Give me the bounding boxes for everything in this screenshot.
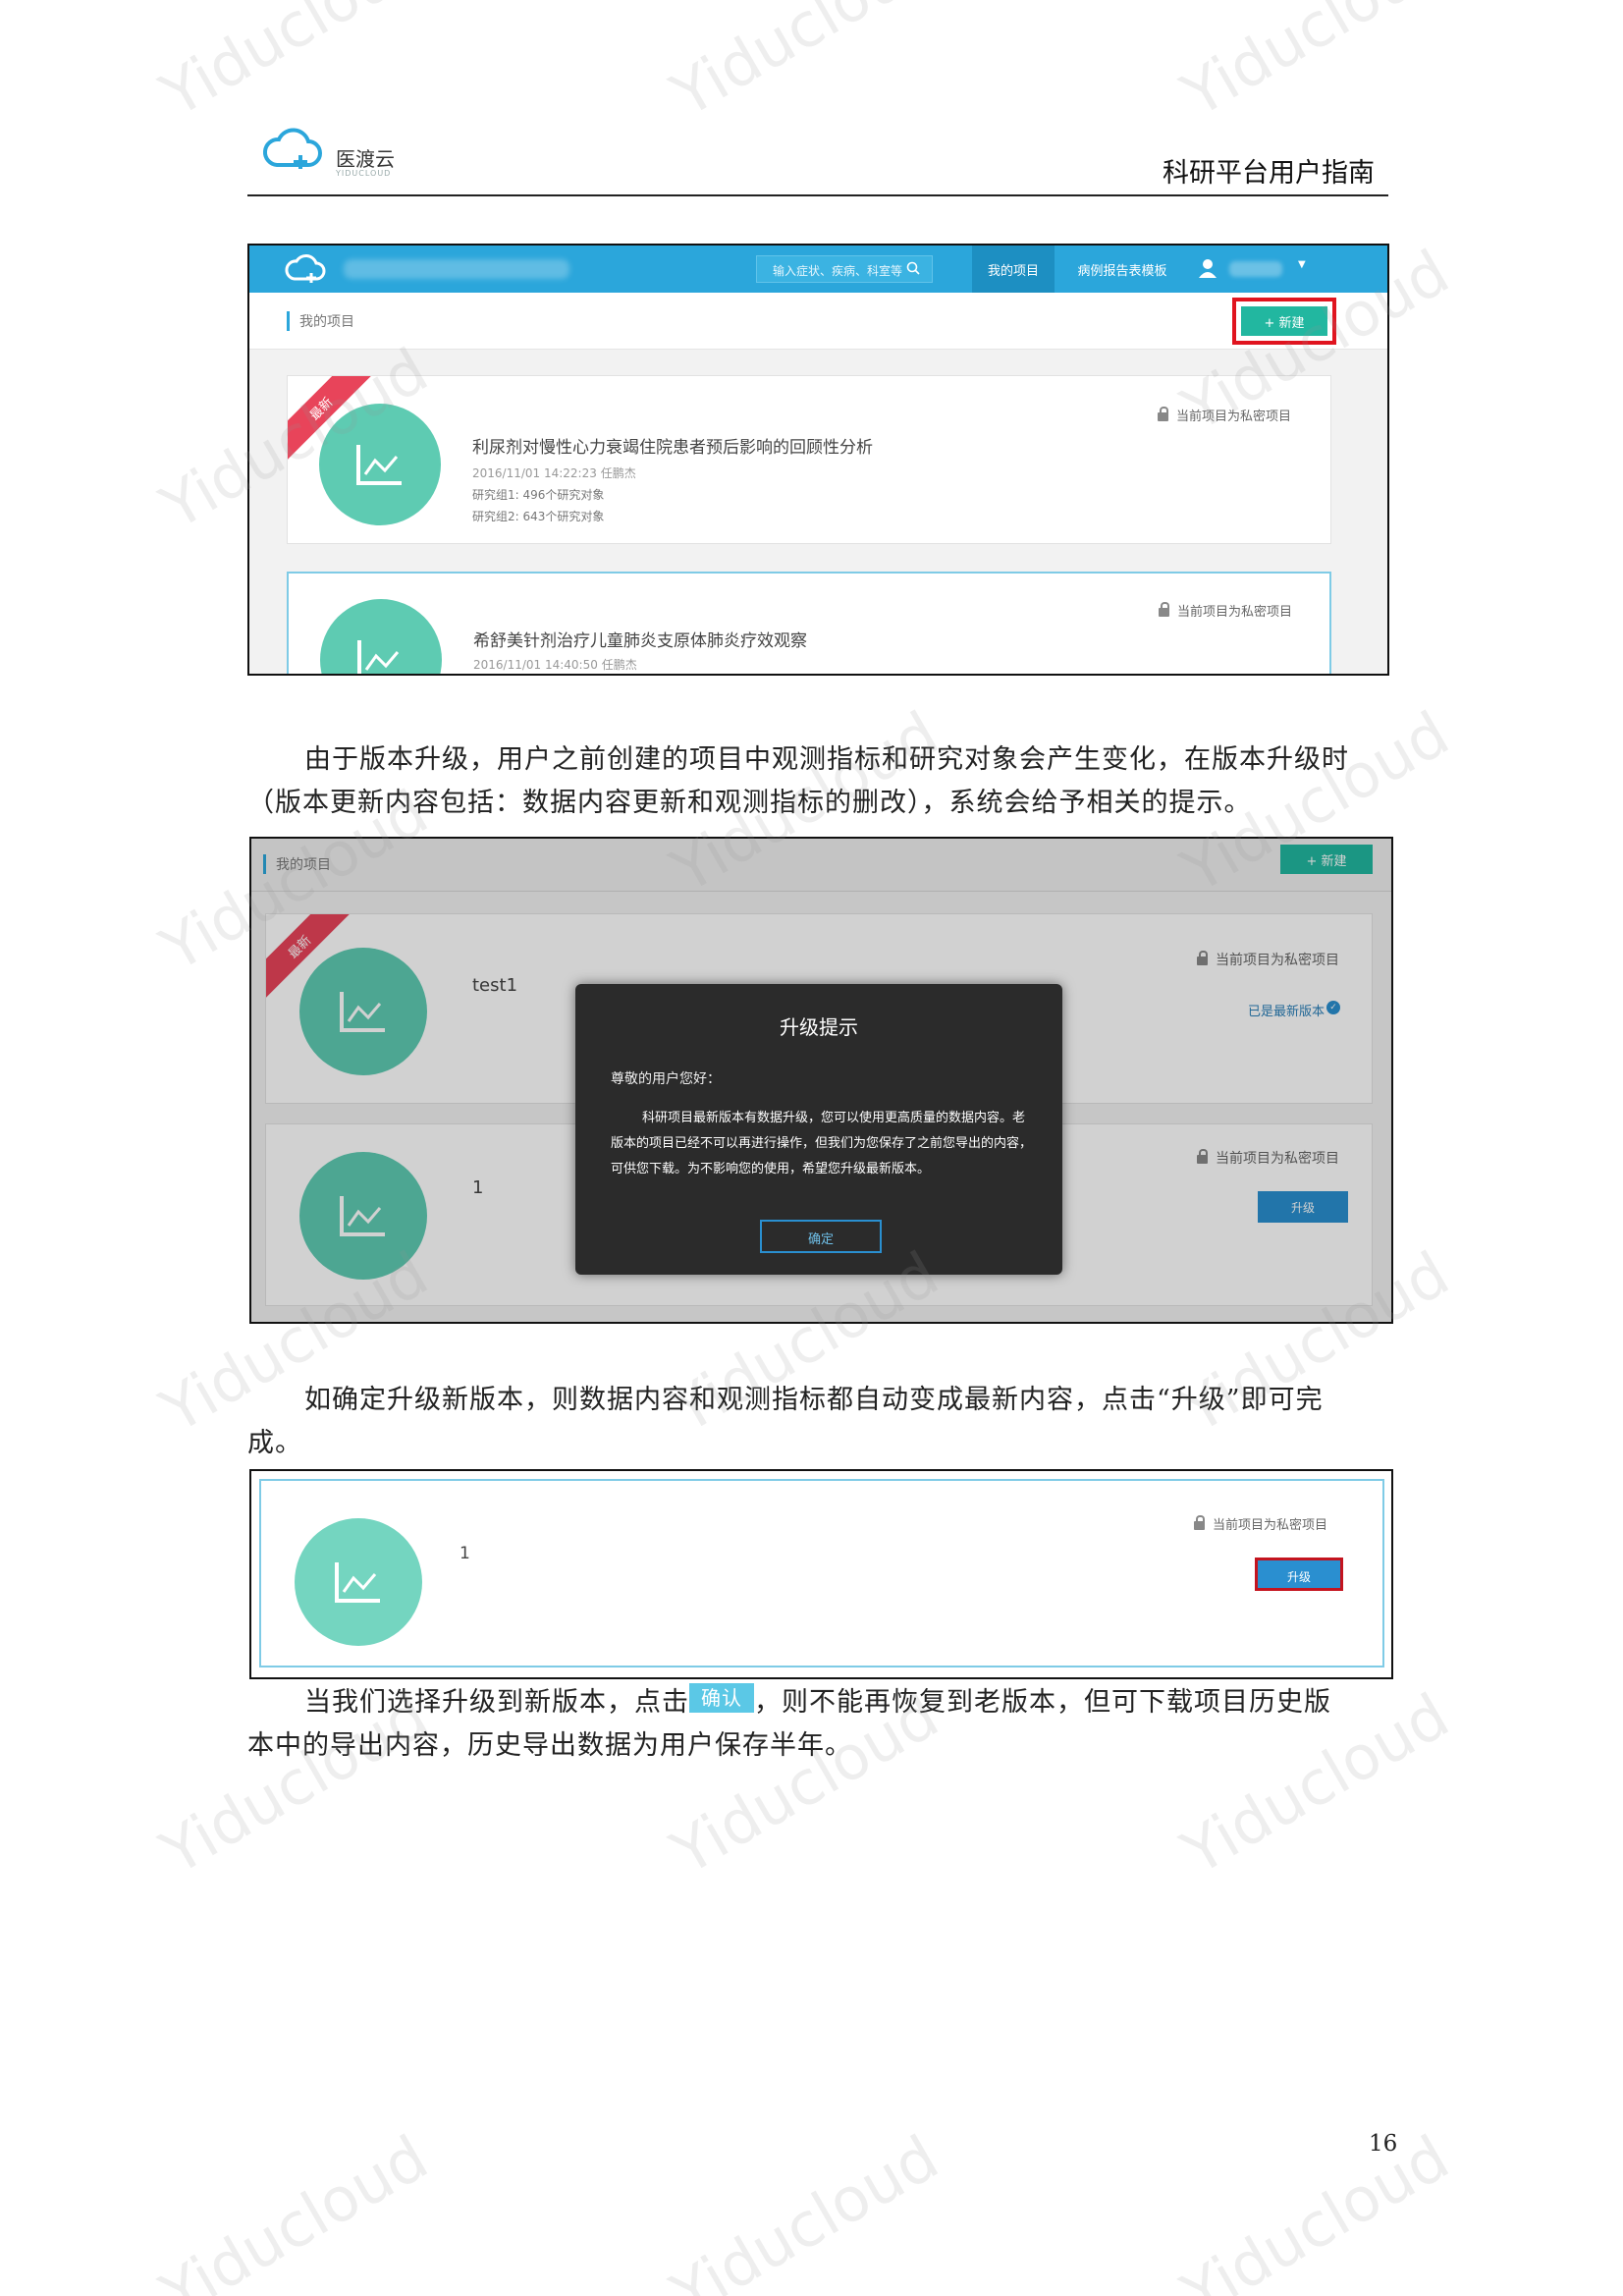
watermark: Yiducloud [148, 0, 440, 131]
project-avatar [319, 404, 441, 525]
page-number: 16 [1369, 2131, 1398, 2157]
cloud-logo-icon[interactable] [285, 251, 330, 287]
confirm-button[interactable]: 确定 [760, 1220, 882, 1253]
paragraph-line: 成。 [247, 1428, 302, 1458]
project-group: 研究组2: 643个研究对象 [472, 510, 605, 523]
lock-icon [1159, 602, 1169, 617]
project-group: 研究组1: 496个研究对象 [472, 488, 605, 502]
paragraph-line: 由于版本升级，用户之前创建的项目中观测指标和研究对象会产生变化，在版本升级时 [304, 744, 1349, 775]
page-title: 我的项目 [287, 311, 354, 331]
upgrade-dialog: 升级提示 尊敬的用户您好： 科研项目最新版本有数据升级，您可以使用更高质量的数据… [575, 984, 1062, 1275]
upgrade-button[interactable]: 升级 [1255, 1558, 1343, 1591]
dialog-message: 科研项目最新版本有数据升级，您可以使用更高质量的数据内容。老版本的项目已经不可以… [611, 1111, 1033, 1176]
project-card[interactable]: 当前项目为私密项目 希舒美针剂治疗儿童肺炎支原体肺炎疗效观察 2016/11/0… [287, 572, 1331, 674]
watermark: Yiducloud [148, 2121, 440, 2296]
project-title[interactable]: 希舒美针剂治疗儿童肺炎支原体肺炎疗效观察 [473, 627, 807, 651]
document-header: 医渡云 YIDUCLOUD 科研平台用户指南 [247, 116, 1388, 196]
lock-icon [1158, 407, 1168, 421]
project-avatar [295, 1518, 422, 1646]
project-title[interactable]: 利尿剂对慢性心力衰竭住院患者预后影响的回顾性分析 [472, 433, 873, 458]
project-meta: 2016/11/01 14:22:23 任鹏杰 [472, 466, 636, 480]
line-chart-icon [335, 1562, 380, 1603]
line-chart-icon [357, 640, 400, 674]
paragraph-line: （版本更新内容包括：数据内容更新和观测指标的删改），系统会给予相关的提示。 [247, 788, 1252, 818]
screenshot-my-projects: 输入症状、疾病、科室等 我的项目 病例报告表模板 ▼ 我的项目 + 新建 最新 … [247, 244, 1389, 676]
nav-my-projects[interactable]: 我的项目 [972, 246, 1055, 293]
privacy-label: 当前项目为私密项目 [1194, 1514, 1327, 1533]
confirm-chip: 确认 [689, 1683, 754, 1713]
project-meta: 2016/11/01 14:40:50 任鹏杰 [473, 658, 637, 672]
nav-crf-template[interactable]: 病例报告表模板 [1064, 246, 1180, 293]
paragraph-line: 当我们选择升级到新版本，点击 确认 ，则不能再恢复到老版本，但可下载项目历史版 [247, 1681, 1331, 1724]
logo-subtext: YIDUCLOUD [336, 169, 392, 178]
screenshot-upgrade-button: 1 当前项目为私密项目 升级 [249, 1469, 1393, 1679]
search-icon[interactable] [906, 261, 920, 275]
screenshot-upgrade-prompt: 我的项目 + 新建 最新 test1 当前项目为私密项目 已是最新版本 ✓ 1 当… [249, 837, 1393, 1324]
highlight-box [1232, 298, 1336, 345]
top-navbar: 输入症状、疾病、科室等 我的项目 病例报告表模板 ▼ [249, 246, 1387, 293]
project-title[interactable]: 1 [460, 1544, 470, 1563]
dialog-greeting: 尊敬的用户您好： [611, 1071, 721, 1087]
body-paragraph: 当我们选择升级到新版本，点击 确认 ，则不能再恢复到老版本，但可下载项目历史版 本中… [247, 1681, 1331, 1768]
page-subheader: 我的项目 + 新建 [249, 293, 1387, 350]
project-card[interactable]: 最新 当前项目为私密项目 利尿剂对慢性心力衰竭住院患者预后影响的回顾性分析 20… [287, 375, 1331, 544]
line-chart-icon [356, 445, 402, 485]
user-icon[interactable] [1198, 257, 1217, 279]
chevron-down-icon[interactable]: ▼ [1298, 259, 1306, 270]
body-paragraph: 如确定升级新版本，则数据内容和观测指标都自动变成最新内容，点击“升级”即可完 成… [247, 1379, 1324, 1465]
cloud-logo-icon [263, 128, 322, 169]
watermark: Yiducloud [659, 0, 950, 131]
watermark: Yiducloud [659, 2121, 950, 2296]
logo-text: 医渡云 [336, 147, 395, 171]
blurred-brand [344, 259, 569, 279]
project-avatar [320, 599, 442, 674]
search-placeholder: 输入症状、疾病、科室等 [773, 264, 903, 278]
document-title: 科研平台用户指南 [1163, 158, 1375, 189]
watermark: Yiducloud [1169, 0, 1461, 131]
blurred-username [1229, 261, 1282, 277]
privacy-label: 当前项目为私密项目 [1158, 406, 1291, 424]
lock-icon [1194, 1515, 1205, 1530]
project-card[interactable]: 1 当前项目为私密项目 升级 [259, 1479, 1384, 1667]
watermark: Yiducloud [1169, 2121, 1461, 2296]
yiducloud-logo: 医渡云 YIDUCLOUD [261, 126, 408, 178]
body-paragraph: 由于版本升级，用户之前创建的项目中观测指标和研究对象会产生变化，在版本升级时 （… [247, 738, 1349, 825]
dialog-title: 升级提示 [780, 1015, 858, 1039]
privacy-label: 当前项目为私密项目 [1159, 601, 1292, 620]
search-input[interactable]: 输入症状、疾病、科室等 [756, 255, 933, 283]
paragraph-line: 本中的导出内容，历史导出数据为用户保存半年。 [247, 1730, 852, 1761]
paragraph-line: 如确定升级新版本，则数据内容和观测指标都自动变成最新内容，点击“升级”即可完 [304, 1385, 1324, 1415]
